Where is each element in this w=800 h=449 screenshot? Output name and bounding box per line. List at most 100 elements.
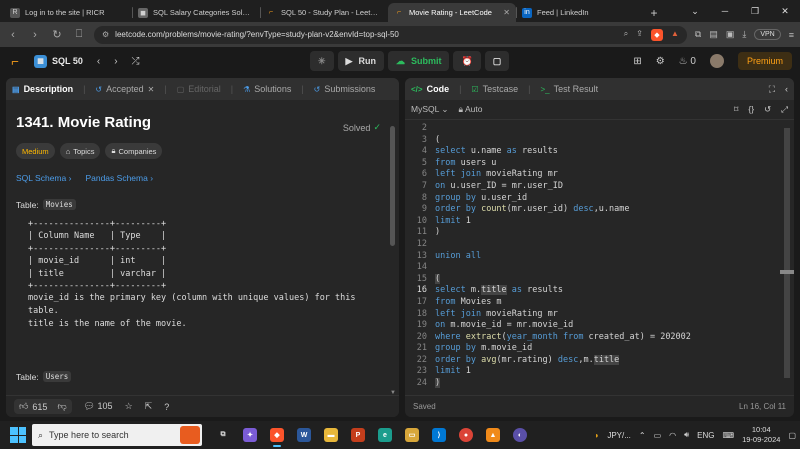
premium-button[interactable]: Premium [737,52,792,70]
tab-accepted[interactable]: ↺ Accepted ✕ [95,84,154,94]
bookmark-icon[interactable]: ⌑ [734,104,738,115]
study-plan-link[interactable]: ▦ SQL 50 [34,54,83,68]
thumbs-down-icon[interactable]: 👎︎ [57,401,66,412]
debug-button[interactable]: ✳ [310,51,334,71]
page-title[interactable]: 1341. Movie Rating [16,114,389,131]
clock[interactable]: 10:04 19-09-2024 [742,425,780,445]
scrollbar[interactable] [390,126,395,246]
companies-chip[interactable]: 🔒︎ Companies [105,143,163,159]
tab-testcase[interactable]: ☑ Testcase [471,84,518,94]
description-panel: ▤ Description | ↺ Accepted ✕ | ▢ Editori… [6,78,399,417]
edge-icon[interactable]: e [378,428,392,442]
expand-icon[interactable]: ⛶ [769,84,775,95]
bookmark-icon[interactable]: ⎕ [72,28,86,41]
taskbar-search[interactable]: ⌕ Type here to search [32,424,202,446]
tab-test-result[interactable]: >_ Test Result [540,84,598,94]
leetcode-logo-icon[interactable]: ⌐ [8,54,22,69]
tab-editorial[interactable]: ▢ Editorial [177,84,221,94]
run-button[interactable]: ▶ Run [337,51,384,71]
language-select[interactable]: MySQL ⌄ [411,104,449,115]
notes-button[interactable]: ▢ [484,51,510,71]
star-icon[interactable]: ☆ [125,401,133,412]
forward-arrow-icon[interactable]: › [28,29,42,41]
topics-chip[interactable]: ⌂ Topics [59,143,101,159]
menu-icon[interactable]: ≡ [789,30,794,40]
vlc-icon[interactable]: ▲ [486,428,500,442]
reload-icon[interactable]: ↻ [50,28,64,41]
maximize-icon[interactable]: ❐ [740,0,770,22]
autocomplete-toggle[interactable]: 🔒︎ Auto [459,104,483,115]
minimize-icon[interactable]: ─ [710,0,740,22]
site-info-icon[interactable]: ⚙ [102,30,109,39]
new-tab-plus-icon[interactable]: + [644,3,664,22]
close-tab-icon[interactable]: ✕ [503,8,510,17]
word-icon[interactable]: W [297,428,311,442]
share-icon[interactable]: ⇪ [636,29,643,41]
close-tab-icon[interactable]: ✕ [148,85,155,94]
comments-button[interactable]: 💬︎ 105 [84,401,113,412]
brave-rewards-icon[interactable]: ▲ [671,29,679,41]
editor-scrollbar[interactable] [784,128,790,378]
volume-icon[interactable]: 🔊︎ [684,430,689,440]
settings-gear-icon[interactable]: ⚙ [656,56,665,67]
sql-schema-link[interactable]: SQL Schema › [16,173,71,183]
windows-start-icon[interactable] [10,427,26,443]
browser-tab-active[interactable]: ⌐ Movie Rating - LeetCode ✕ [388,3,516,22]
wifi-icon[interactable]: ◠ [669,431,676,440]
tab-description[interactable]: ▤ Description [12,84,73,94]
tab-solutions[interactable]: ⚗ Solutions [243,84,291,94]
avatar[interactable] [709,54,724,68]
task-view-icon[interactable]: ⧉ [216,428,230,442]
battery-icon[interactable]: ▭ [654,431,662,440]
browser-tab[interactable]: ◼ SQL Salary Categories Solution [132,3,260,22]
brave-browser-icon[interactable]: ◆ [270,428,284,447]
keyboard-icon[interactable]: ⌨ [723,431,735,440]
fullscreen-icon[interactable]: ⤢ [781,104,788,115]
currency-widget[interactable]: JPY/... [607,431,631,440]
download-icon[interactable]: ⤓ [742,29,746,40]
vpn-button[interactable]: VPN [754,29,781,40]
chrome-icon[interactable]: ● [459,428,473,442]
file-explorer-icon[interactable]: ▬ [324,428,338,442]
status-text: Solved [342,122,371,133]
extensions-puzzle-icon[interactable]: ⧉ [695,29,701,40]
prev-problem-chevron-icon[interactable]: ‹ [97,56,100,67]
url-field[interactable]: ⚙ leetcode.com/problems/movie-rating/?en… [94,25,687,44]
notification-icon[interactable]: ▢ [788,431,796,440]
submit-button[interactable]: ☁ Submit [387,51,450,71]
vscode-icon[interactable]: ⟩ [432,428,446,442]
brave-shield-icon[interactable]: ◆ [650,28,663,41]
code-editor[interactable]: 2 3( 4 select u.name as results 5 from use… [405,120,794,398]
app-icon[interactable]: ◐ [513,428,527,442]
close-window-icon[interactable]: ✕ [770,0,800,22]
copilot-icon[interactable]: ✦ [243,428,257,442]
shuffle-icon[interactable]: ⤮ [132,56,140,67]
layout-grid-icon[interactable]: ⊞ [633,56,641,67]
wallet-icon[interactable]: ▣ [726,29,735,40]
weather-icon[interactable]: ◗ [594,431,599,440]
tab-submissions[interactable]: ↺ Submissions [314,84,376,94]
sidebar-icon[interactable]: ▤ [709,29,718,40]
browser-tab[interactable]: R Log in to the site | RICR [4,3,132,22]
tab-search-chevron-icon[interactable]: ⌄ [680,0,710,22]
lang[interactable]: ENG [697,431,714,440]
zoom-icon[interactable]: ⌕ [624,29,628,41]
like-button[interactable]: 👍︎ 615 👎︎ [14,399,72,414]
folder-icon[interactable]: ▭ [405,428,419,442]
timer-button[interactable]: ⏰ [453,51,481,71]
next-problem-chevron-icon[interactable]: › [114,56,117,67]
reset-icon[interactable]: ↺ [764,104,771,115]
browser-tab[interactable]: ⌐ SQL 50 - Study Plan - LeetCode [260,3,388,22]
tab-code[interactable]: </> Code [411,84,449,94]
streak-counter[interactable]: ♨ 0 [679,56,696,67]
browser-tab[interactable]: in Feed | LinkedIn [516,3,644,22]
back-arrow-icon[interactable]: ‹ [6,29,20,41]
collapse-chevron-icon[interactable]: ‹ [785,84,788,95]
powerpoint-icon[interactable]: P [351,428,365,442]
schema-table: +---------------+---------+ | Column Nam… [28,219,167,292]
chevron-up-icon[interactable]: ⌃ [639,431,646,440]
pandas-schema-link[interactable]: Pandas Schema › [85,173,153,183]
help-icon[interactable]: ? [164,402,169,412]
format-braces-icon[interactable]: {} [748,104,754,115]
share-icon[interactable]: ⇱ [145,401,153,412]
